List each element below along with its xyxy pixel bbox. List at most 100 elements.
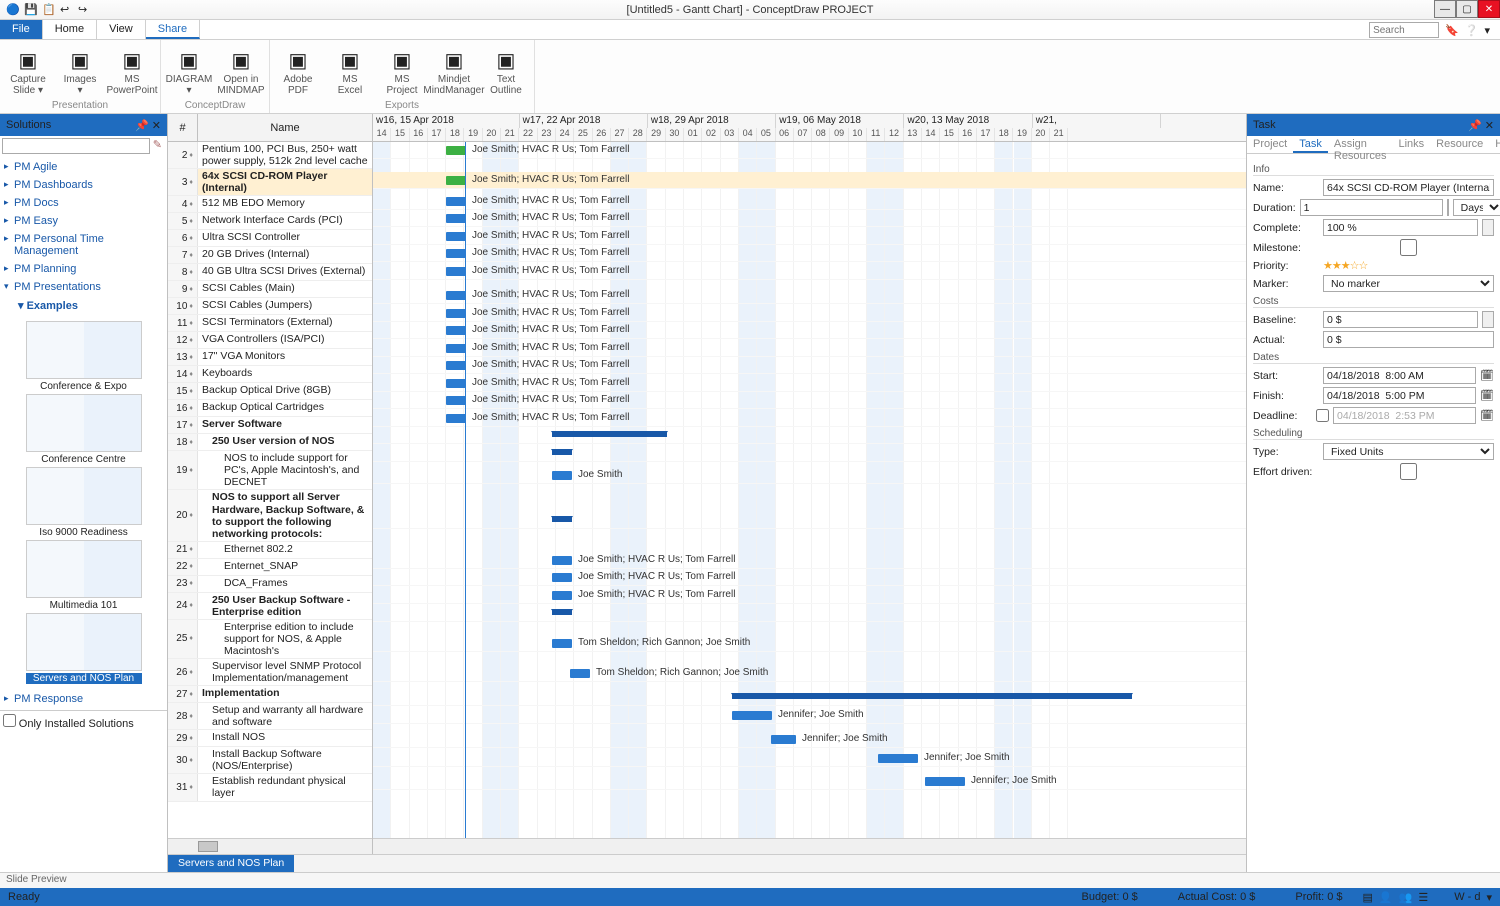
help-dropdown-icon[interactable]: ▾	[1484, 24, 1490, 37]
taskpane-tab[interactable]: Project	[1247, 136, 1293, 153]
example-thumb[interactable]: Conference Centre	[26, 394, 142, 465]
task-bar[interactable]	[552, 471, 572, 480]
table-row[interactable]: 11SCSI Terminators (External)	[168, 315, 372, 332]
view-resource-icon[interactable]: 👤	[1379, 891, 1393, 904]
duration-spin[interactable]	[1447, 199, 1449, 216]
col-header-name[interactable]: Name	[198, 114, 372, 141]
close-pane-icon[interactable]: ✕	[1485, 119, 1494, 132]
field-effort[interactable]	[1323, 463, 1494, 480]
table-row[interactable]: 19NOS to include support for PC's, Apple…	[168, 451, 372, 490]
task-bar[interactable]	[446, 344, 466, 353]
field-baseline[interactable]	[1323, 311, 1478, 328]
table-row[interactable]: 18250 User version of NOS	[168, 434, 372, 451]
table-row[interactable]: 6Ultra SCSI Controller	[168, 230, 372, 247]
task-bar[interactable]	[446, 214, 466, 223]
task-bar[interactable]	[446, 291, 466, 300]
table-row[interactable]: 4512 MB EDO Memory	[168, 196, 372, 213]
taskpane-tab[interactable]: Links	[1392, 136, 1430, 153]
taskpane-tab[interactable]: Resource	[1430, 136, 1489, 153]
taskpane-tab[interactable]: Task	[1293, 136, 1328, 153]
example-thumb[interactable]: Conference & Expo	[26, 321, 142, 392]
task-bar[interactable]	[446, 396, 466, 405]
task-bar[interactable]	[925, 777, 965, 786]
images-button[interactable]: ▣Images▾	[56, 42, 104, 100]
gantt-row[interactable]	[373, 773, 1246, 790]
diagram-button[interactable]: ▣DIAGRAM▾	[165, 42, 213, 100]
summary-bar[interactable]	[732, 693, 1132, 699]
examples-header[interactable]: ▾ Examples	[0, 296, 167, 315]
table-row[interactable]: 27Implementation	[168, 686, 372, 703]
table-row[interactable]: 22Enternet_SNAP	[168, 559, 372, 576]
mindjet-button[interactable]: ▣MindjetMindManager	[430, 42, 478, 100]
text-outline-button[interactable]: ▣TextOutline	[482, 42, 530, 100]
table-row[interactable]: 2Pentium 100, PCI Bus, 250+ watt power s…	[168, 142, 372, 169]
task-bar[interactable]	[552, 573, 572, 582]
gantt-row[interactable]	[373, 512, 1246, 529]
task-bar[interactable]	[878, 754, 918, 763]
table-row[interactable]: 26Supervisor level SNMP Protocol Impleme…	[168, 659, 372, 686]
field-milestone[interactable]	[1323, 239, 1494, 256]
summary-bar[interactable]	[552, 516, 572, 522]
gantt-row[interactable]	[373, 750, 1246, 767]
task-bar[interactable]	[732, 711, 772, 720]
pin-icon[interactable]: 📌	[135, 119, 149, 132]
gantt-row[interactable]	[373, 635, 1246, 652]
table-row[interactable]: 840 GB Ultra SCSI Drives (External)	[168, 264, 372, 281]
table-row[interactable]: 16Backup Optical Cartridges	[168, 400, 372, 417]
grid-hscroll[interactable]	[168, 838, 372, 854]
table-row[interactable]: 15Backup Optical Drive (8GB)	[168, 383, 372, 400]
field-name[interactable]	[1323, 179, 1494, 196]
task-bar[interactable]	[446, 414, 466, 423]
open-mindmap-button[interactable]: ▣Open inMINDMAP	[217, 42, 265, 100]
gantt-row[interactable]	[373, 427, 1246, 444]
solution-item[interactable]: PM Easy	[0, 212, 167, 230]
task-bar[interactable]	[771, 735, 796, 744]
task-bar[interactable]	[552, 556, 572, 565]
solution-item[interactable]: PM Response	[0, 690, 167, 708]
only-installed-checkbox[interactable]	[3, 714, 16, 727]
table-row[interactable]: 720 GB Drives (Internal)	[168, 247, 372, 264]
slide-preview-bar[interactable]: Slide Preview	[0, 872, 1500, 888]
gantt-row[interactable]	[373, 467, 1246, 484]
baseline-spin[interactable]	[1482, 311, 1494, 328]
table-row[interactable]: 23DCA_Frames	[168, 576, 372, 593]
task-bar[interactable]	[446, 197, 466, 206]
minimize-button[interactable]: —	[1434, 0, 1456, 18]
gantt-hscroll[interactable]	[373, 838, 1246, 854]
pin-icon[interactable]: 📌	[1468, 119, 1482, 132]
table-row[interactable]: 9SCSI Cables (Main)	[168, 281, 372, 298]
solution-item[interactable]: PM Personal Time Management	[0, 230, 167, 260]
zoom-label[interactable]: W - d	[1454, 891, 1480, 904]
table-row[interactable]: 20NOS to support all Server Hardware, Ba…	[168, 490, 372, 541]
field-marker[interactable]: No marker	[1323, 275, 1494, 292]
tab-view[interactable]: View	[97, 20, 146, 39]
table-row[interactable]: 5Network Interface Cards (PCI)	[168, 213, 372, 230]
calendar-icon[interactable]: 🗓	[1480, 409, 1494, 422]
maximize-button[interactable]: ▢	[1456, 0, 1478, 18]
gantt-row[interactable]	[373, 665, 1246, 682]
table-row[interactable]: 364x SCSI CD-ROM Player (Internal)	[168, 169, 372, 196]
tab-share[interactable]: Share	[146, 20, 200, 39]
summary-bar[interactable]	[552, 609, 572, 615]
view-gantt-icon[interactable]: ▤	[1363, 891, 1373, 904]
summary-bar[interactable]	[552, 431, 667, 437]
field-complete[interactable]	[1323, 219, 1478, 236]
help-icon[interactable]: ❔	[1465, 24, 1479, 37]
table-row[interactable]: 1317" VGA Monitors	[168, 349, 372, 366]
solutions-filter[interactable]	[2, 138, 150, 154]
table-row[interactable]: 30Install Backup Software (NOS/Enterpris…	[168, 747, 372, 774]
close-button[interactable]: ✕	[1478, 0, 1500, 18]
calendar-icon[interactable]: 🗓	[1480, 369, 1494, 382]
table-row[interactable]: 31Establish redundant physical layer	[168, 774, 372, 801]
task-bar[interactable]	[446, 232, 466, 241]
gantt-row[interactable]	[373, 552, 1246, 569]
field-start[interactable]	[1323, 367, 1476, 384]
example-thumb[interactable]: Iso 9000 Readiness	[26, 467, 142, 538]
gantt-row[interactable]	[373, 587, 1246, 604]
task-bar[interactable]	[552, 591, 572, 600]
table-row[interactable]: 28Setup and warranty all hardware and so…	[168, 703, 372, 730]
gantt-row[interactable]	[373, 445, 1246, 462]
field-type[interactable]: Fixed Units	[1323, 443, 1494, 460]
solution-item[interactable]: PM Dashboards	[0, 176, 167, 194]
table-row[interactable]: 29Install NOS	[168, 730, 372, 747]
